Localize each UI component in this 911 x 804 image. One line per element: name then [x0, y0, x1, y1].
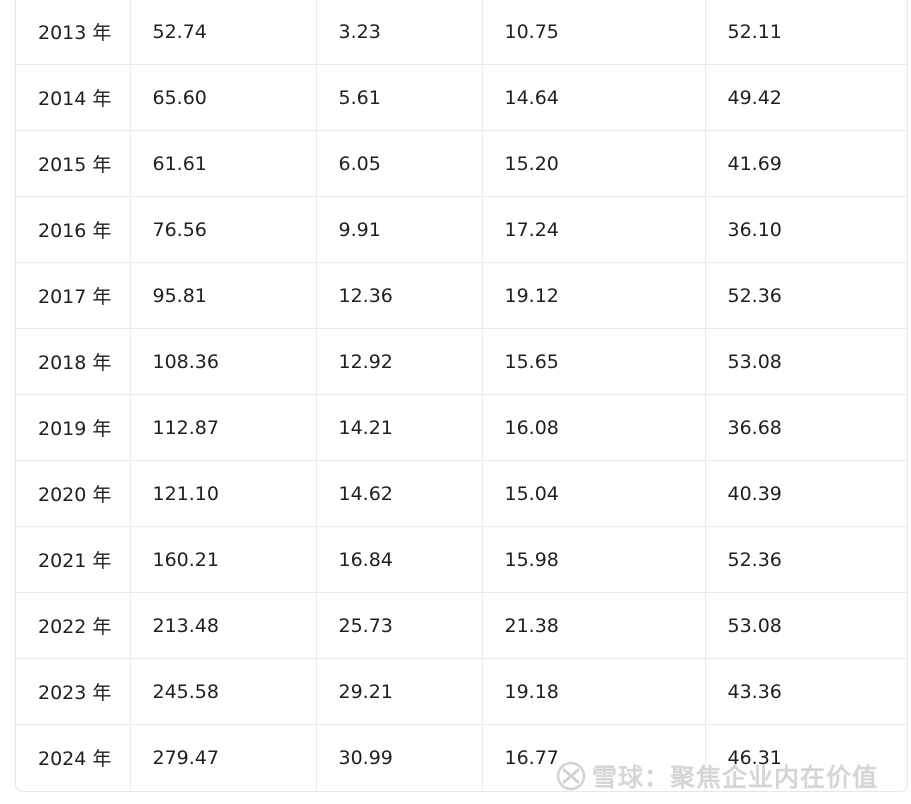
value-cell: 245.58: [130, 658, 317, 725]
value-cell: 52.74: [130, 0, 317, 65]
table-row: 2016 年 76.56 9.91 17.24 36.10: [16, 196, 907, 263]
table-row: 2015 年 61.61 6.05 15.20 41.69: [16, 130, 907, 197]
value-cell: 108.36: [130, 328, 317, 395]
table-row: 2022 年 213.48 25.73 21.38 53.08: [16, 592, 907, 659]
value-cell: 30.99: [316, 724, 483, 791]
table-row: 2021 年 160.21 16.84 15.98 52.36: [16, 526, 907, 593]
value-cell: 14.62: [316, 460, 483, 527]
year-cell: 2019 年: [16, 394, 131, 461]
value-cell: 25.73: [316, 592, 483, 659]
value-cell: 112.87: [130, 394, 317, 461]
value-cell: 52.11: [705, 0, 907, 65]
value-cell: 19.18: [482, 658, 706, 725]
value-cell: 9.91: [316, 196, 483, 263]
value-cell: 17.24: [482, 196, 706, 263]
value-cell: 10.75: [482, 0, 706, 65]
value-cell: 41.69: [705, 130, 907, 197]
year-cell: 2022 年: [16, 592, 131, 659]
value-cell: 15.65: [482, 328, 706, 395]
value-cell: 14.21: [316, 394, 483, 461]
data-table: 2013 年 52.74 3.23 10.75 52.11 2014 年 65.60 5.61…: [16, 0, 907, 791]
value-cell: 16.08: [482, 394, 706, 461]
value-cell: 53.08: [705, 328, 907, 395]
value-cell: 76.56: [130, 196, 317, 263]
value-cell: 213.48: [130, 592, 317, 659]
value-cell: 52.36: [705, 526, 907, 593]
table-body: 2013 年 52.74 3.23 10.75 52.11 2014 年 65.60 5.61…: [16, 0, 907, 791]
value-cell: 160.21: [130, 526, 317, 593]
value-cell: 21.38: [482, 592, 706, 659]
value-cell: 65.60: [130, 64, 317, 131]
value-cell: 40.39: [705, 460, 907, 527]
value-cell: 36.10: [705, 196, 907, 263]
value-cell: 15.98: [482, 526, 706, 593]
value-cell: 15.20: [482, 130, 706, 197]
value-cell: 43.36: [705, 658, 907, 725]
year-cell: 2015 年: [16, 130, 131, 197]
year-cell: 2021 年: [16, 526, 131, 593]
table-row: 2019 年 112.87 14.21 16.08 36.68: [16, 394, 907, 461]
table-row: 2020 年 121.10 14.62 15.04 40.39: [16, 460, 907, 527]
value-cell: 3.23: [316, 0, 483, 65]
value-cell: 52.36: [705, 262, 907, 329]
value-cell: 6.05: [316, 130, 483, 197]
year-cell: 2024 年: [16, 724, 131, 791]
value-cell: 36.68: [705, 394, 907, 461]
data-table-container: 2013 年 52.74 3.23 10.75 52.11 2014 年 65.60 5.61…: [15, 0, 908, 792]
value-cell: 121.10: [130, 460, 317, 527]
year-cell: 2020 年: [16, 460, 131, 527]
value-cell: 15.04: [482, 460, 706, 527]
year-cell: 2017 年: [16, 262, 131, 329]
value-cell: 53.08: [705, 592, 907, 659]
table-row: 2023 年 245.58 29.21 19.18 43.36: [16, 658, 907, 725]
year-cell: 2013 年: [16, 0, 131, 65]
value-cell: 16.84: [316, 526, 483, 593]
value-cell: 19.12: [482, 262, 706, 329]
year-cell: 2023 年: [16, 658, 131, 725]
value-cell: 95.81: [130, 262, 317, 329]
value-cell: 46.31: [727, 746, 782, 769]
value-cell: 12.36: [316, 262, 483, 329]
table-row: 2018 年 108.36 12.92 15.65 53.08: [16, 328, 907, 395]
value-cell: 29.21: [316, 658, 483, 725]
year-cell: 2016 年: [16, 196, 131, 263]
table-row: 2024 年 279.47 30.99 16.77 46.31: [16, 724, 907, 791]
value-cell: 16.77: [482, 724, 706, 791]
table-row: 2014 年 65.60 5.61 14.64 49.42: [16, 64, 907, 131]
value-cell: 14.64: [482, 64, 706, 131]
value-cell: 12.92: [316, 328, 483, 395]
table-row: 2017 年 95.81 12.36 19.12 52.36: [16, 262, 907, 329]
value-cell: 61.61: [130, 130, 317, 197]
year-cell: 2018 年: [16, 328, 131, 395]
value-cell: 5.61: [316, 64, 483, 131]
year-cell: 2014 年: [16, 64, 131, 131]
value-cell: 49.42: [705, 64, 907, 131]
table-row: 2013 年 52.74 3.23 10.75 52.11: [16, 0, 907, 65]
value-cell: 279.47: [130, 724, 317, 791]
